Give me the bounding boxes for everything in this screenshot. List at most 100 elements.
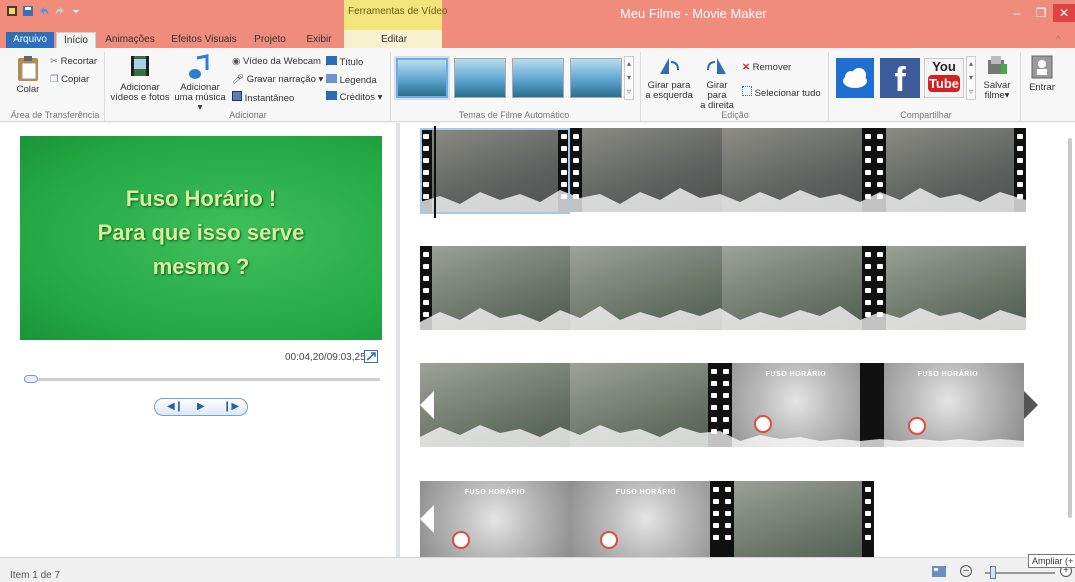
- zoom-slider-thumb[interactable]: [990, 566, 996, 579]
- restore-button[interactable]: ❐: [1030, 4, 1052, 22]
- status-item-count: Item 1 de 7: [10, 570, 61, 581]
- expand-icon: [366, 352, 376, 361]
- group-label-compartilhar: Compartilhar: [900, 110, 952, 120]
- copy-label: Copiar: [61, 74, 90, 85]
- undo-icon[interactable]: [38, 5, 50, 17]
- tab-editar[interactable]: Editar: [370, 32, 418, 48]
- quick-access-toolbar: [6, 4, 82, 18]
- youtube-icon-top: You: [932, 59, 956, 74]
- save-icon[interactable]: [22, 5, 34, 17]
- sign-in-icon: [1031, 55, 1053, 79]
- theme-thumbnail[interactable]: [512, 58, 564, 98]
- next-frame-icon[interactable]: ❙▶: [223, 401, 239, 412]
- webcam-button[interactable]: ◉ Vídeo da Webcam: [232, 56, 321, 67]
- music-note-icon: [189, 54, 209, 79]
- seek-thumb[interactable]: [24, 375, 38, 383]
- record-narration-button[interactable]: 🎤︎ Gravar narração ▾: [232, 74, 323, 85]
- zoom-out-button[interactable]: –: [960, 565, 972, 577]
- select-all-button[interactable]: Selecionar tudo: [742, 86, 821, 99]
- group-label-clipboard: Área de Transferência: [10, 110, 100, 120]
- theme-thumbnail[interactable]: [454, 58, 506, 98]
- select-all-icon: [742, 86, 752, 96]
- credits-button[interactable]: Créditos ▾: [326, 91, 382, 103]
- thumbnail-size-icon: [932, 566, 946, 577]
- storyboard-scrollbar[interactable]: [1068, 138, 1072, 518]
- ribbon-separator: [390, 52, 391, 122]
- preview-slide: Fuso Horário ! Para que isso serve mesmo…: [20, 136, 382, 340]
- window-title: Meu Filme - Movie Maker: [620, 6, 767, 21]
- theme-gallery-scroll[interactable]: ▴ ▾ ▿: [624, 56, 634, 100]
- microphone-icon: 🎤︎: [232, 74, 245, 85]
- minimize-button[interactable]: –: [1006, 4, 1028, 22]
- storyboard-row: FUSO HORÁRIO FUSO HORÁRIO: [420, 481, 876, 557]
- snapshot-button[interactable]: Instantâneo: [232, 91, 294, 104]
- seek-bar[interactable]: [24, 378, 380, 381]
- ribbon-separator: [104, 52, 105, 122]
- redo-icon[interactable]: [54, 5, 66, 17]
- snapshot-label: Instantâneo: [244, 93, 295, 104]
- select-all-label: Selecionar tudo: [754, 88, 821, 99]
- caption-button[interactable]: Legenda: [326, 74, 377, 86]
- title-clip[interactable]: FUSO HORÁRIO: [420, 481, 570, 557]
- share-gallery-scroll[interactable]: ▴ ▾ ▿: [966, 56, 976, 100]
- tab-exibir[interactable]: Exibir: [300, 32, 338, 48]
- theme-thumbnail[interactable]: [396, 58, 448, 98]
- film-sprockets: [862, 481, 874, 557]
- film-sprockets: [710, 481, 722, 557]
- youtube-button[interactable]: You Tube: [924, 58, 964, 98]
- audio-waveform: [420, 306, 1026, 330]
- add-videos-button[interactable]: Adicionar vídeos e fotos: [108, 54, 172, 103]
- playhead[interactable]: [434, 126, 436, 218]
- webcam-icon: ◉: [232, 56, 241, 67]
- facebook-button[interactable]: f: [880, 58, 920, 99]
- credits-icon: [326, 91, 337, 100]
- play-icon[interactable]: ▶: [197, 401, 205, 412]
- clock-icon: [600, 531, 618, 549]
- title-clip[interactable]: FUSO HORÁRIO: [570, 481, 722, 557]
- remove-button[interactable]: ✕ Remover: [742, 62, 791, 73]
- theme-thumbnail[interactable]: [570, 58, 622, 98]
- add-music-button[interactable]: Adicionar uma música ▾: [172, 54, 228, 113]
- tab-efeitos-visuais[interactable]: Efeitos Visuais: [168, 32, 240, 48]
- film-add-icon: [131, 56, 149, 76]
- rotate-left-icon: [660, 58, 679, 74]
- close-button[interactable]: ✕: [1053, 4, 1075, 22]
- rotate-right-label-1: Girar para: [706, 80, 728, 101]
- tab-animacoes[interactable]: Animações: [102, 32, 158, 48]
- rotate-left-button[interactable]: Girar para a esquerda: [644, 54, 694, 101]
- title-label: Título: [339, 57, 364, 68]
- continue-arrow-icon: [420, 391, 434, 419]
- fullscreen-button[interactable]: [364, 350, 378, 363]
- save-movie-label-2: filme▾: [984, 90, 1010, 101]
- video-clip[interactable]: [722, 481, 874, 557]
- ribbon-separator: [828, 52, 829, 122]
- zoom-tooltip: Ampliar (+: [1028, 554, 1075, 568]
- save-movie-button[interactable]: Salvar filme▾: [978, 54, 1016, 101]
- remove-label: Remover: [752, 62, 792, 73]
- sign-in-label: Entrar: [1029, 82, 1055, 93]
- previous-frame-icon[interactable]: ◀❙: [167, 401, 183, 412]
- cut-button[interactable]: ✂ Recortar: [50, 56, 97, 67]
- sign-in-button[interactable]: Entrar: [1022, 54, 1062, 93]
- storyboard-row: [420, 246, 1026, 330]
- slide-title-line: Fuso Horário !: [125, 186, 277, 211]
- webcam-label: Vídeo da Webcam: [242, 56, 321, 67]
- rotate-right-icon: [707, 58, 726, 74]
- thumbnail-size-button[interactable]: [932, 566, 946, 577]
- title-button[interactable]: Título: [326, 56, 363, 68]
- remove-x-icon: ✕: [742, 62, 750, 73]
- scissors-icon: ✂: [50, 56, 58, 67]
- rotate-right-button[interactable]: Girar para a direita: [696, 54, 738, 111]
- tab-inicio[interactable]: Início: [56, 32, 96, 48]
- ribbon-collapse-icon[interactable]: ^: [1056, 34, 1060, 45]
- selected-clip-highlight: [420, 128, 570, 214]
- app-icon: [6, 5, 18, 17]
- qat-dropdown-icon[interactable]: [70, 5, 82, 17]
- onedrive-button[interactable]: [836, 58, 874, 98]
- tab-arquivo[interactable]: Arquivo: [6, 32, 54, 48]
- group-label-edicao: Edição: [721, 110, 749, 120]
- tab-projeto[interactable]: Projeto: [248, 32, 292, 48]
- paste-button[interactable]: Colar: [12, 54, 44, 95]
- copy-button[interactable]: ❐ Copiar: [50, 74, 89, 85]
- facebook-icon: f: [894, 61, 906, 99]
